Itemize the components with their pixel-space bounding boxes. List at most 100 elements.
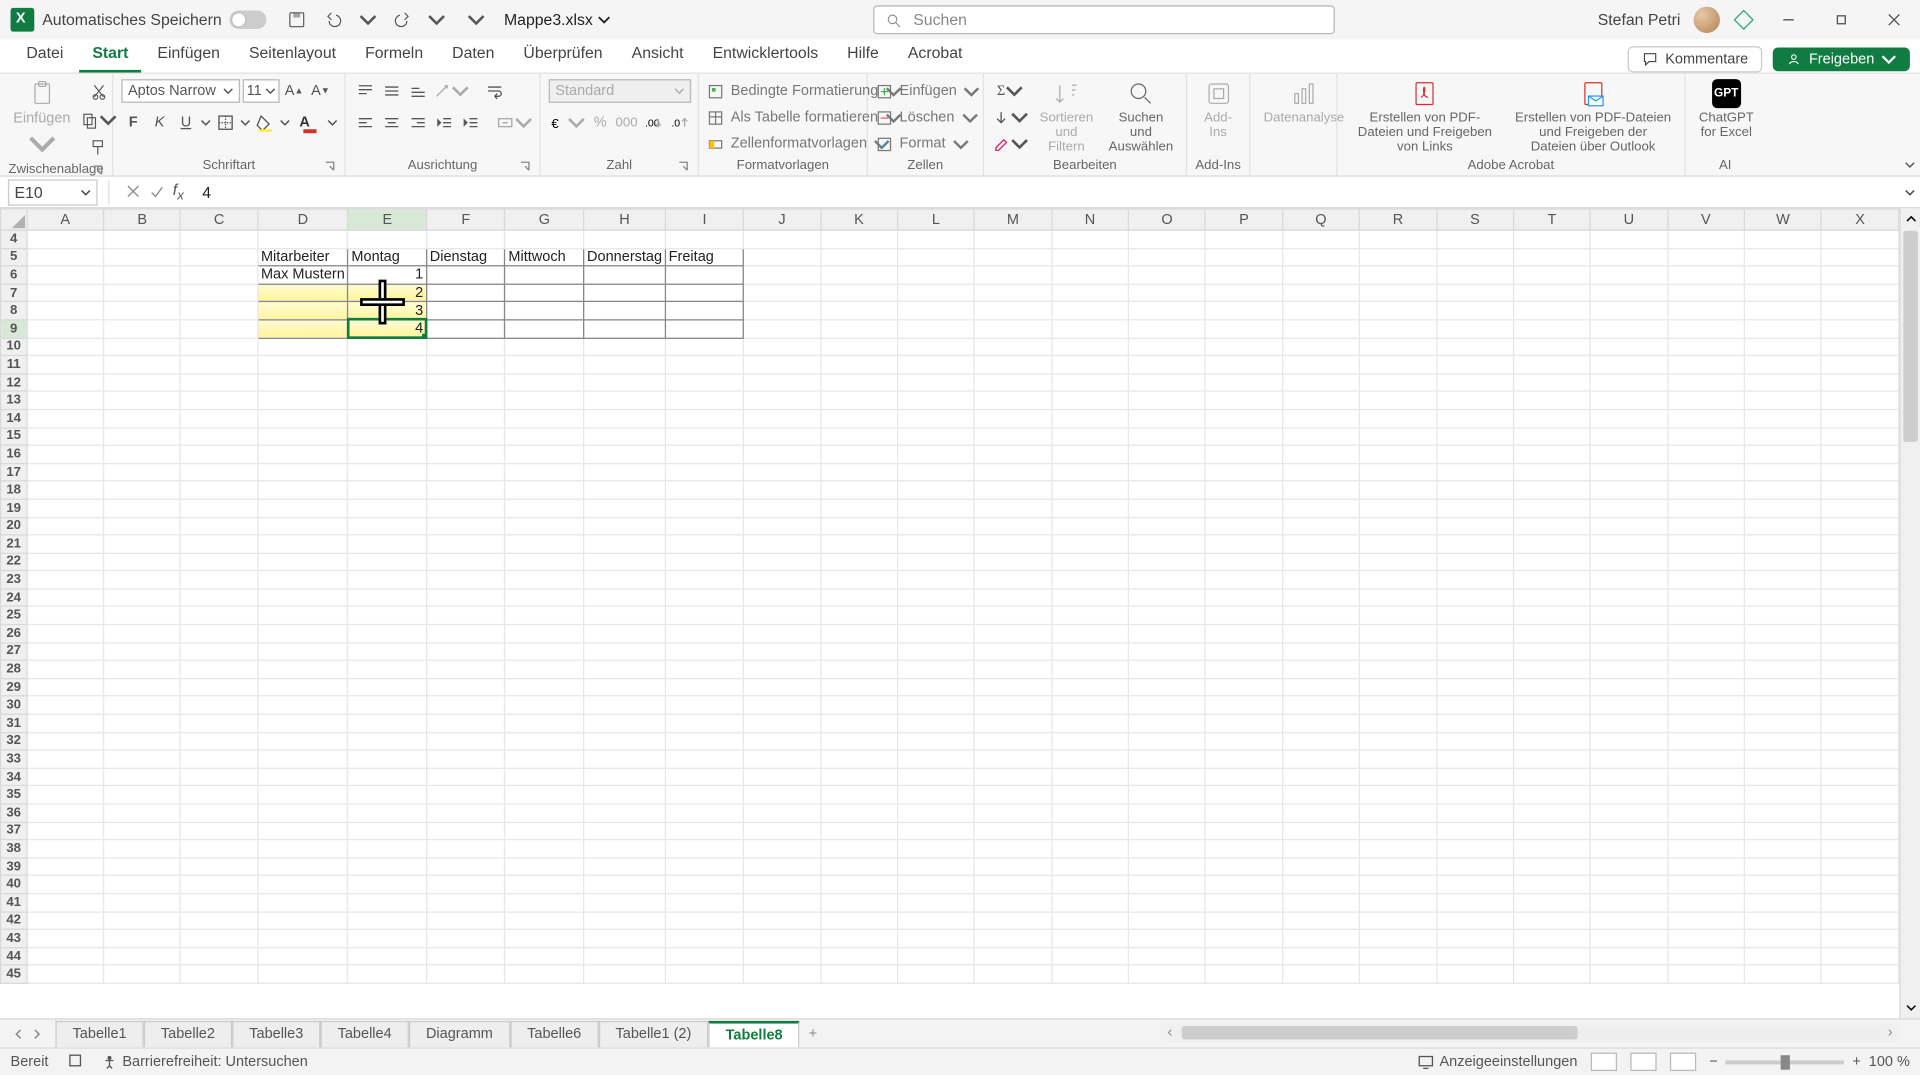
- launcher-icon[interactable]: [323, 160, 336, 173]
- cell[interactable]: [1282, 804, 1359, 822]
- ribbon-tab-datei[interactable]: Datei: [13, 38, 76, 72]
- cell[interactable]: [1590, 965, 1667, 983]
- cell[interactable]: [181, 463, 258, 481]
- clear-icon[interactable]: [992, 132, 1029, 156]
- cell[interactable]: [258, 947, 348, 965]
- cell[interactable]: [1051, 427, 1128, 445]
- cell[interactable]: [258, 481, 348, 499]
- cell[interactable]: [1359, 374, 1436, 392]
- cell[interactable]: [1667, 894, 1744, 912]
- cell[interactable]: [1744, 445, 1821, 463]
- cell[interactable]: [348, 660, 426, 678]
- cell[interactable]: [1744, 840, 1821, 858]
- cell[interactable]: [1821, 409, 1898, 427]
- cell[interactable]: [974, 445, 1051, 463]
- cell[interactable]: [1513, 625, 1590, 643]
- cell[interactable]: [1128, 248, 1205, 266]
- cell[interactable]: [744, 858, 821, 876]
- cell[interactable]: [1359, 266, 1436, 284]
- cell[interactable]: [505, 427, 584, 445]
- cell[interactable]: [505, 374, 584, 392]
- column-header[interactable]: Q: [1282, 209, 1359, 230]
- cell[interactable]: [1436, 625, 1513, 643]
- cell[interactable]: [1744, 302, 1821, 320]
- cell[interactable]: [1744, 374, 1821, 392]
- cell[interactable]: [1821, 266, 1898, 284]
- cell[interactable]: [1821, 750, 1898, 768]
- cell[interactable]: [505, 643, 584, 661]
- cell[interactable]: [744, 894, 821, 912]
- cell[interactable]: [1667, 230, 1744, 248]
- cell[interactable]: [505, 678, 584, 696]
- cell[interactable]: [426, 732, 505, 750]
- cell[interactable]: [584, 643, 666, 661]
- cell[interactable]: [584, 230, 666, 248]
- column-header[interactable]: H: [584, 209, 666, 230]
- cell[interactable]: [665, 714, 743, 732]
- cell[interactable]: [974, 696, 1051, 714]
- cell[interactable]: [821, 643, 898, 661]
- cell[interactable]: [505, 392, 584, 410]
- cell[interactable]: [104, 392, 181, 410]
- cell[interactable]: [505, 463, 584, 481]
- cell[interactable]: [104, 714, 181, 732]
- cell[interactable]: [1513, 517, 1590, 535]
- cell[interactable]: [1282, 499, 1359, 517]
- cell[interactable]: [104, 804, 181, 822]
- cell[interactable]: [744, 965, 821, 983]
- row-header[interactable]: 35: [1, 786, 27, 804]
- cell[interactable]: [1051, 912, 1128, 930]
- cell[interactable]: [1359, 714, 1436, 732]
- cell[interactable]: [1359, 822, 1436, 840]
- expand-formula-icon[interactable]: [1905, 187, 1916, 198]
- cell[interactable]: Max Mustern: [258, 266, 348, 284]
- cell[interactable]: [821, 481, 898, 499]
- cell[interactable]: [258, 517, 348, 535]
- cell[interactable]: [584, 374, 666, 392]
- cell[interactable]: [584, 858, 666, 876]
- column-header[interactable]: J: [744, 209, 821, 230]
- cell[interactable]: [744, 589, 821, 607]
- column-header[interactable]: F: [426, 209, 505, 230]
- cell[interactable]: [744, 553, 821, 571]
- cell[interactable]: [426, 965, 505, 983]
- cell[interactable]: [181, 553, 258, 571]
- hscroll-thumb[interactable]: [1182, 1026, 1578, 1039]
- cell[interactable]: [505, 625, 584, 643]
- column-header[interactable]: B: [104, 209, 181, 230]
- cell[interactable]: [258, 714, 348, 732]
- thousands-icon[interactable]: 000: [615, 111, 639, 135]
- cell[interactable]: [1205, 284, 1282, 302]
- cell[interactable]: [27, 786, 104, 804]
- cell[interactable]: [348, 894, 426, 912]
- cell[interactable]: [1744, 571, 1821, 589]
- cell[interactable]: [897, 696, 974, 714]
- cell[interactable]: [1051, 678, 1128, 696]
- cell[interactable]: [1513, 822, 1590, 840]
- cell[interactable]: [181, 643, 258, 661]
- cell[interactable]: [1128, 356, 1205, 374]
- cell[interactable]: [665, 822, 743, 840]
- cell[interactable]: [897, 732, 974, 750]
- cell[interactable]: [426, 230, 505, 248]
- cell[interactable]: [974, 750, 1051, 768]
- cell[interactable]: [974, 876, 1051, 894]
- cell[interactable]: [821, 912, 898, 930]
- view-pagebreak-icon[interactable]: [1670, 1053, 1696, 1071]
- cell[interactable]: [974, 768, 1051, 786]
- cell[interactable]: [665, 445, 743, 463]
- cell[interactable]: [1128, 732, 1205, 750]
- sheet-tab[interactable]: Tabelle2: [144, 1021, 232, 1047]
- cell[interactable]: [974, 302, 1051, 320]
- cell[interactable]: [1436, 678, 1513, 696]
- cell[interactable]: [1667, 643, 1744, 661]
- cell[interactable]: [426, 571, 505, 589]
- cell[interactable]: [974, 284, 1051, 302]
- delete-cells-button[interactable]: Löschen: [876, 106, 981, 130]
- cell[interactable]: [1436, 912, 1513, 930]
- cell[interactable]: [104, 750, 181, 768]
- cell[interactable]: [104, 320, 181, 338]
- cell[interactable]: [104, 912, 181, 930]
- enter-icon[interactable]: [149, 184, 165, 200]
- cell[interactable]: [1128, 786, 1205, 804]
